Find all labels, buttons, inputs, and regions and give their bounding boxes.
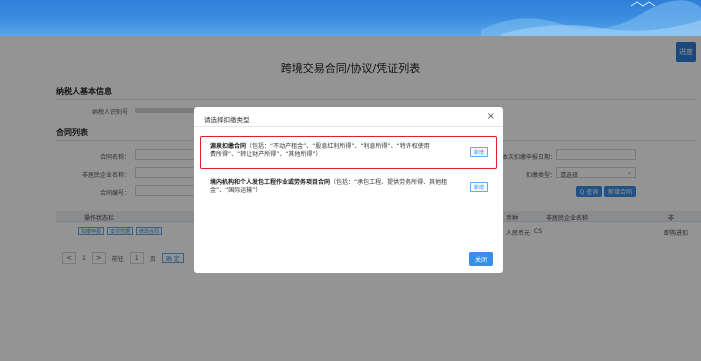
option-project-contract: 境内机构和个人发包工程作业或劳务项目合同（包括：“承包工程、提供劳务所得、其他租… xyxy=(210,179,460,195)
option1-detail-line1: （包括：“不动产租金”、“股息红利所得”、“利息所得”、“特许权使用 xyxy=(246,143,430,150)
header-banner xyxy=(0,0,701,36)
option2-detail-line2: 金”、“国际运输”） xyxy=(210,187,262,194)
modal-title: 请选择扣缴类型 xyxy=(204,116,250,124)
great-wall-decoration xyxy=(481,0,701,36)
option1-add-button[interactable]: 新增 xyxy=(470,147,488,157)
option2-detail-line1: （包括：“承包工程、提供劳务所得、其他租 xyxy=(330,179,448,186)
modal-divider xyxy=(194,126,503,127)
modal-close-button[interactable]: 关闭 xyxy=(469,252,493,266)
option2-name: 境内机构和个人发包工程作业或劳务项目合同 xyxy=(210,179,331,186)
option2-add-button[interactable]: 新增 xyxy=(470,182,488,192)
option1-detail-line2: 费所得”、“转让财产所得”、“其他所得”） xyxy=(210,151,322,158)
option-source-withholding: 源泉扣缴合同（包括：“不动产租金”、“股息红利所得”、“利息所得”、“特许权使用… xyxy=(210,143,460,159)
withholding-type-modal: 请选择扣缴类型 × 源泉扣缴合同（包括：“不动产租金”、“股息红利所得”、“利息… xyxy=(194,107,503,273)
close-icon[interactable]: × xyxy=(487,111,495,122)
option1-name: 源泉扣缴合同 xyxy=(210,143,247,150)
